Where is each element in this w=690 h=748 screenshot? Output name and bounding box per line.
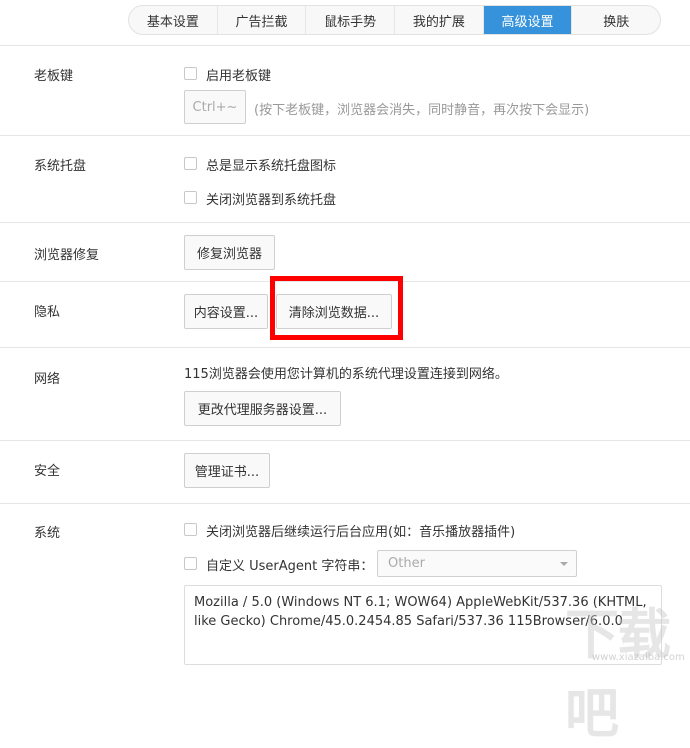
close-to-tray-checkbox[interactable] (184, 191, 197, 204)
network-description: 115浏览器会使用您计算机的系统代理设置连接到网络。 (184, 367, 508, 382)
custom-ua-label: 自定义 UserAgent 字符串： (206, 559, 374, 574)
tab-adblock[interactable]: 广告拦截 (218, 6, 307, 34)
enable-boss-key-checkbox[interactable] (184, 67, 197, 80)
boss-key-shortcut-input[interactable]: Ctrl+~ (184, 90, 246, 124)
always-show-tray-label: 总是显示系统托盘图标 (206, 159, 337, 174)
divider (0, 222, 690, 223)
divider (0, 440, 690, 441)
watermark-url: www.xiazaiba.com (592, 652, 685, 663)
close-to-tray-label: 关闭浏览器到系统托盘 (206, 193, 337, 208)
system-label: 系统 (34, 526, 61, 541)
background-apps-checkbox[interactable] (184, 523, 197, 536)
repair-browser-button[interactable]: 修复浏览器 (184, 235, 275, 270)
boss-key-label: 老板键 (34, 69, 74, 84)
background-apps-label: 关闭浏览器后继续运行后台应用(如：音乐播放器插件) (206, 525, 516, 540)
boss-key-hint: (按下老板键，浏览器会消失，同时静音，再次按下会显示) (254, 103, 590, 118)
divider (0, 135, 690, 136)
network-label: 网络 (34, 372, 61, 387)
divider (0, 347, 690, 348)
chevron-down-icon (560, 562, 568, 566)
tray-label: 系统托盘 (34, 159, 87, 174)
security-label: 安全 (34, 464, 61, 479)
divider (0, 45, 690, 46)
watermark-logo: 下载吧 (565, 603, 671, 745)
always-show-tray-checkbox[interactable] (184, 157, 197, 170)
tab-basic[interactable]: 基本设置 (129, 6, 218, 34)
change-proxy-button[interactable]: 更改代理服务器设置... (184, 391, 341, 426)
ua-select[interactable]: Other (377, 550, 577, 577)
tab-skin[interactable]: 换肤 (572, 6, 660, 34)
divider (0, 503, 690, 504)
settings-tabs: 基本设置 广告拦截 鼠标手势 我的扩展 高级设置 换肤 (128, 5, 661, 35)
tab-advanced[interactable]: 高级设置 (483, 6, 573, 34)
highlight-box (270, 276, 403, 340)
content-settings-button[interactable]: 内容设置... (184, 294, 268, 329)
manage-certificates-button[interactable]: 管理证书... (184, 453, 270, 488)
repair-label: 浏览器修复 (34, 248, 100, 263)
tab-mouse-gesture[interactable]: 鼠标手势 (306, 6, 396, 34)
ua-select-value: Other (388, 556, 425, 571)
custom-ua-checkbox[interactable] (184, 557, 197, 570)
enable-boss-key-label: 启用老板键 (206, 69, 272, 84)
privacy-label: 隐私 (34, 305, 61, 320)
tab-extensions[interactable]: 我的扩展 (395, 6, 484, 34)
